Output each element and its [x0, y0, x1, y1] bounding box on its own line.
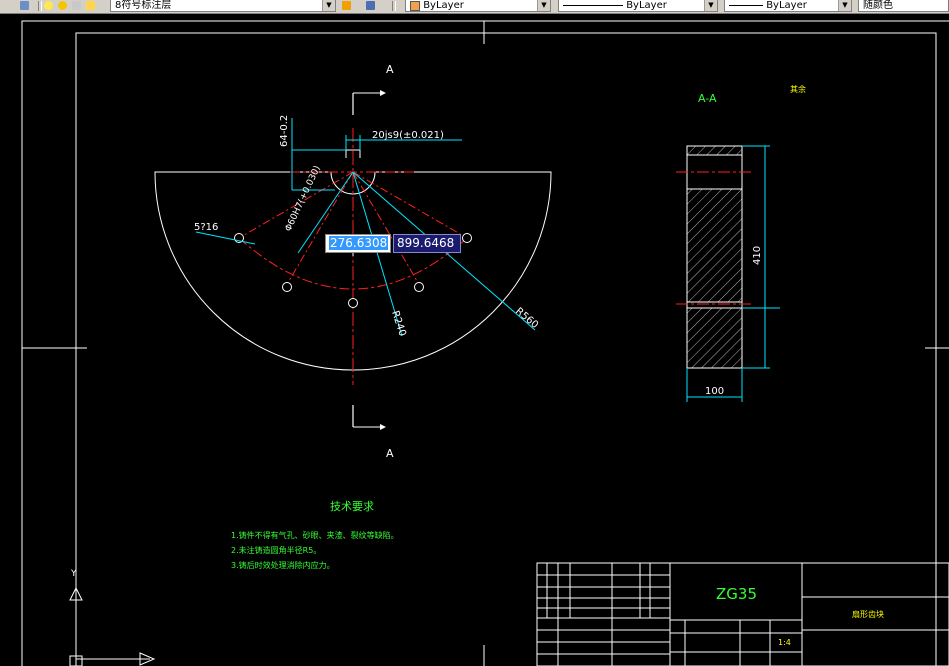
- bolt-hole: [462, 233, 472, 243]
- color-swatch-icon: [410, 0, 420, 11]
- dynamic-input-x-field[interactable]: 276.6308: [325, 234, 391, 253]
- section-title: A-A: [698, 92, 717, 105]
- linetype-dropdown[interactable]: ByLayer ▼: [558, 0, 718, 12]
- chevron-down-icon[interactable]: ▼: [838, 0, 851, 11]
- chevron-down-icon[interactable]: ▼: [704, 0, 717, 11]
- ucs-icon: Y: [69, 569, 156, 666]
- linetype-dropdown-value: ByLayer: [626, 0, 667, 11]
- title-block: [536, 562, 949, 666]
- section-view: [676, 145, 752, 369]
- plotstyle-dropdown[interactable]: 随颜色: [858, 0, 949, 12]
- tech-note-1: 1.铸件不得有气孔、砂眼、夹渣、裂纹等缺陷。: [231, 530, 399, 540]
- radial-center-line: [352, 171, 421, 287]
- section-marker-top: A: [386, 63, 394, 76]
- section-marker-bottom: A: [386, 447, 394, 460]
- bolt-hole: [348, 298, 358, 308]
- drawing-frame-inner: [75, 32, 937, 666]
- tech-note-3: 3.铸后时效处理消除内应力。: [231, 560, 335, 570]
- color-dropdown-value: ByLayer: [423, 0, 464, 11]
- dim-r560: R560: [513, 306, 540, 331]
- lineweight-dropdown[interactable]: ByLayer ▼: [724, 0, 852, 12]
- dim-height: 410: [752, 246, 763, 265]
- dimension-lines: [195, 118, 536, 337]
- layer-freeze-sun-icon[interactable]: [58, 1, 67, 10]
- title-part-name: 扇形齿块: [852, 609, 884, 619]
- radial-center-line: [285, 171, 354, 287]
- roughness-note: 其余: [790, 84, 806, 94]
- dim-keyway-width: 20js9(±0.021): [372, 130, 444, 141]
- plotstyle-dropdown-value: 随颜色: [863, 0, 893, 11]
- svg-text:Y: Y: [70, 569, 77, 579]
- layer-previous-icon[interactable]: [366, 1, 375, 10]
- bolt-hole: [282, 282, 292, 292]
- make-object-layer-current-icon[interactable]: [342, 1, 351, 10]
- layer-on-bulb-icon[interactable]: [44, 1, 53, 10]
- bolt-hole: [414, 282, 424, 292]
- layer-dropdown-value: 8符号标注层: [115, 0, 172, 11]
- dim-width: 100: [705, 386, 724, 397]
- dim-keyway-depth: 64-0.2: [279, 115, 290, 147]
- lineweight-preview-icon: [729, 5, 763, 6]
- dynamic-input-x-value: 276.6308: [329, 236, 389, 250]
- dynamic-input-y-field[interactable]: 899.6468: [393, 234, 461, 253]
- layer-lock-icon[interactable]: [72, 1, 81, 10]
- dim-r240: R240: [389, 310, 408, 338]
- drawing-frame-outer: [21, 20, 949, 666]
- properties-toolbar: 8符号标注层 ▼ ByLayer ▼ ByLayer ▼ ByLayer ▼ 随…: [0, 0, 949, 14]
- dim-bore: Φ60H7(+0.030): [284, 164, 323, 233]
- title-material: ZG35: [716, 585, 757, 603]
- layer-dropdown[interactable]: 8符号标注层 ▼: [110, 0, 336, 12]
- chevron-down-icon[interactable]: ▼: [322, 0, 335, 11]
- title-scale: 1:4: [778, 638, 791, 647]
- toolbar-separator: [392, 1, 396, 11]
- toolbar-separator: [38, 1, 42, 11]
- dim-holes: 5?16: [194, 222, 218, 233]
- layer-color-swatch-icon[interactable]: [86, 1, 95, 10]
- lineweight-dropdown-value: ByLayer: [766, 0, 807, 11]
- tech-note-2: 2.未注铸造圆角半径R5。: [231, 545, 321, 555]
- section-cut-top: [352, 90, 386, 115]
- color-dropdown[interactable]: ByLayer ▼: [405, 0, 551, 12]
- chevron-down-icon[interactable]: ▼: [537, 0, 550, 11]
- linetype-preview-icon: [563, 5, 623, 6]
- section-cut-bottom: [352, 405, 386, 430]
- layer-manager-icon[interactable]: [20, 1, 29, 10]
- drawing-canvas[interactable]: A A 64-0.2 20js9(±0.021) Φ60H7(+0.030) 5…: [0, 14, 949, 666]
- tech-title: 技术要求: [330, 500, 374, 513]
- dynamic-input-y-value: 899.6468: [397, 236, 455, 250]
